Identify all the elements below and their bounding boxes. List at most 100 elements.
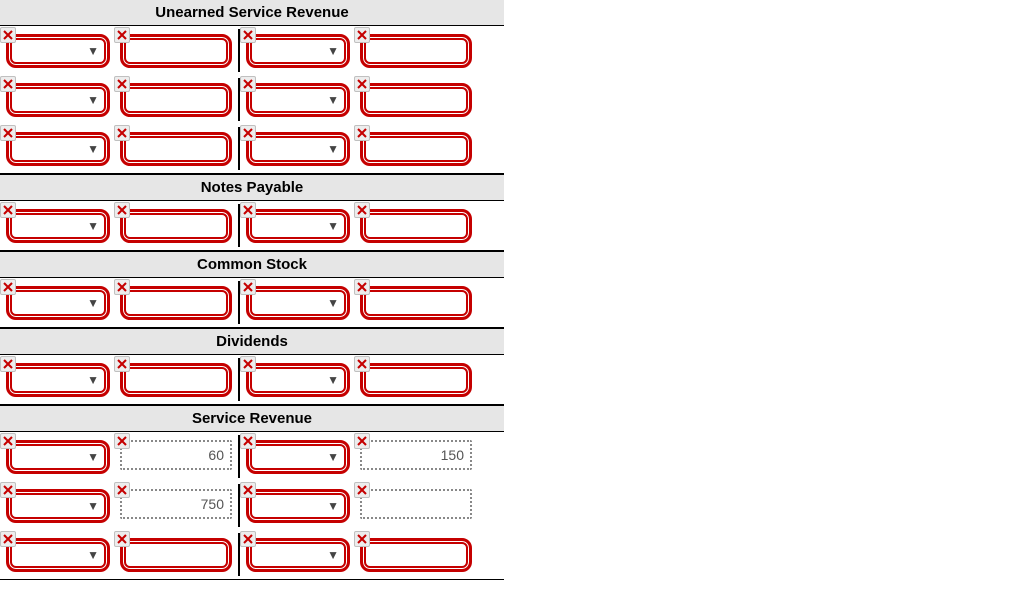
- code-select[interactable]: ▼: [246, 209, 350, 243]
- error-badge: [114, 279, 130, 295]
- debit-side: ▼: [2, 29, 236, 72]
- select-cell: ▼: [242, 435, 354, 478]
- code-select[interactable]: ▼: [6, 83, 110, 117]
- amount-input[interactable]: [120, 34, 232, 68]
- error-badge: [114, 482, 130, 498]
- close-icon: [357, 359, 367, 369]
- close-icon: [117, 128, 127, 138]
- error-badge: [114, 76, 130, 92]
- code-select[interactable]: ▼: [6, 286, 110, 320]
- amount-cell: [116, 127, 236, 170]
- account-title: Service Revenue: [0, 406, 504, 432]
- amount-input[interactable]: 150: [360, 440, 472, 470]
- amount-input[interactable]: [120, 209, 232, 243]
- amount-cell: 750: [116, 484, 236, 523]
- amount-input[interactable]: [120, 286, 232, 320]
- amount-cell: [116, 29, 236, 72]
- code-select[interactable]: ▼: [6, 209, 110, 243]
- amount-input[interactable]: [120, 83, 232, 117]
- close-icon: [3, 282, 13, 292]
- taccount-section: Unearned Service Revenue ▼ ▼: [0, 0, 504, 174]
- amount-input[interactable]: [360, 132, 472, 166]
- account-title: Notes Payable: [0, 175, 504, 201]
- credit-side: ▼: [242, 358, 476, 401]
- credit-side: ▼: [242, 204, 476, 247]
- taccount-row: ▼ ▼: [0, 26, 504, 75]
- credit-side: ▼: [242, 127, 476, 170]
- amount-input[interactable]: [360, 286, 472, 320]
- taccount-section: Notes Payable ▼ ▼: [0, 174, 504, 251]
- amount-cell: [356, 78, 476, 121]
- error-badge: [354, 202, 370, 218]
- amount-value: 60: [208, 447, 224, 463]
- close-icon: [243, 30, 253, 40]
- taccount-rows: ▼ ▼: [0, 26, 504, 173]
- amount-cell: [356, 281, 476, 324]
- close-icon: [117, 30, 127, 40]
- select-cell: ▼: [2, 78, 114, 121]
- close-icon: [117, 436, 127, 446]
- code-select[interactable]: ▼: [246, 489, 350, 523]
- error-badge: [240, 433, 256, 449]
- code-select[interactable]: ▼: [246, 440, 350, 474]
- code-select[interactable]: ▼: [246, 363, 350, 397]
- amount-cell: [356, 204, 476, 247]
- error-badge: [114, 202, 130, 218]
- debit-side: ▼: [2, 358, 236, 401]
- error-badge: [240, 279, 256, 295]
- amount-value: 150: [441, 447, 464, 463]
- amount-input[interactable]: [360, 363, 472, 397]
- close-icon: [243, 205, 253, 215]
- code-select[interactable]: ▼: [246, 83, 350, 117]
- error-badge: [354, 531, 370, 547]
- code-select[interactable]: ▼: [246, 286, 350, 320]
- select-cell: ▼: [242, 204, 354, 247]
- select-cell: ▼: [2, 127, 114, 170]
- amount-input[interactable]: 60: [120, 440, 232, 470]
- debit-side: ▼: [2, 127, 236, 170]
- code-select[interactable]: ▼: [6, 489, 110, 523]
- select-cell: ▼: [2, 435, 114, 478]
- error-badge: [0, 76, 16, 92]
- close-icon: [117, 534, 127, 544]
- amount-input[interactable]: [360, 538, 472, 572]
- select-cell: ▼: [242, 127, 354, 170]
- chevron-down-icon: ▼: [87, 373, 99, 387]
- amount-cell: [116, 533, 236, 576]
- amount-input[interactable]: [120, 132, 232, 166]
- amount-input[interactable]: [360, 34, 472, 68]
- close-icon: [243, 436, 253, 446]
- code-select[interactable]: ▼: [246, 34, 350, 68]
- code-select[interactable]: ▼: [246, 538, 350, 572]
- amount-input[interactable]: [120, 363, 232, 397]
- chevron-down-icon: ▼: [327, 499, 339, 513]
- credit-side: ▼: [242, 484, 476, 527]
- code-select[interactable]: ▼: [6, 363, 110, 397]
- select-cell: ▼: [2, 533, 114, 576]
- credit-side: ▼ 150: [242, 435, 476, 478]
- debit-side: ▼: [2, 204, 236, 247]
- code-select[interactable]: ▼: [6, 538, 110, 572]
- amount-input[interactable]: [360, 209, 472, 243]
- code-select[interactable]: ▼: [6, 132, 110, 166]
- amount-input[interactable]: [120, 538, 232, 572]
- amount-cell: [116, 78, 236, 121]
- amount-cell: [356, 533, 476, 576]
- taccount-row: ▼ ▼: [0, 201, 504, 250]
- code-select[interactable]: ▼: [6, 440, 110, 474]
- close-icon: [117, 79, 127, 89]
- amount-input[interactable]: [360, 83, 472, 117]
- close-icon: [357, 436, 367, 446]
- debit-side: ▼: [2, 281, 236, 324]
- error-badge: [240, 76, 256, 92]
- amount-input[interactable]: 750: [120, 489, 232, 519]
- code-select[interactable]: ▼: [246, 132, 350, 166]
- taccount-rows: ▼ ▼: [0, 278, 504, 327]
- taccount-row: ▼ ▼: [0, 278, 504, 327]
- chevron-down-icon: ▼: [327, 219, 339, 233]
- amount-input[interactable]: [360, 489, 472, 519]
- taccount-row: ▼ 750 ▼: [0, 481, 504, 530]
- chevron-down-icon: ▼: [87, 450, 99, 464]
- code-select[interactable]: ▼: [6, 34, 110, 68]
- error-badge: [0, 433, 16, 449]
